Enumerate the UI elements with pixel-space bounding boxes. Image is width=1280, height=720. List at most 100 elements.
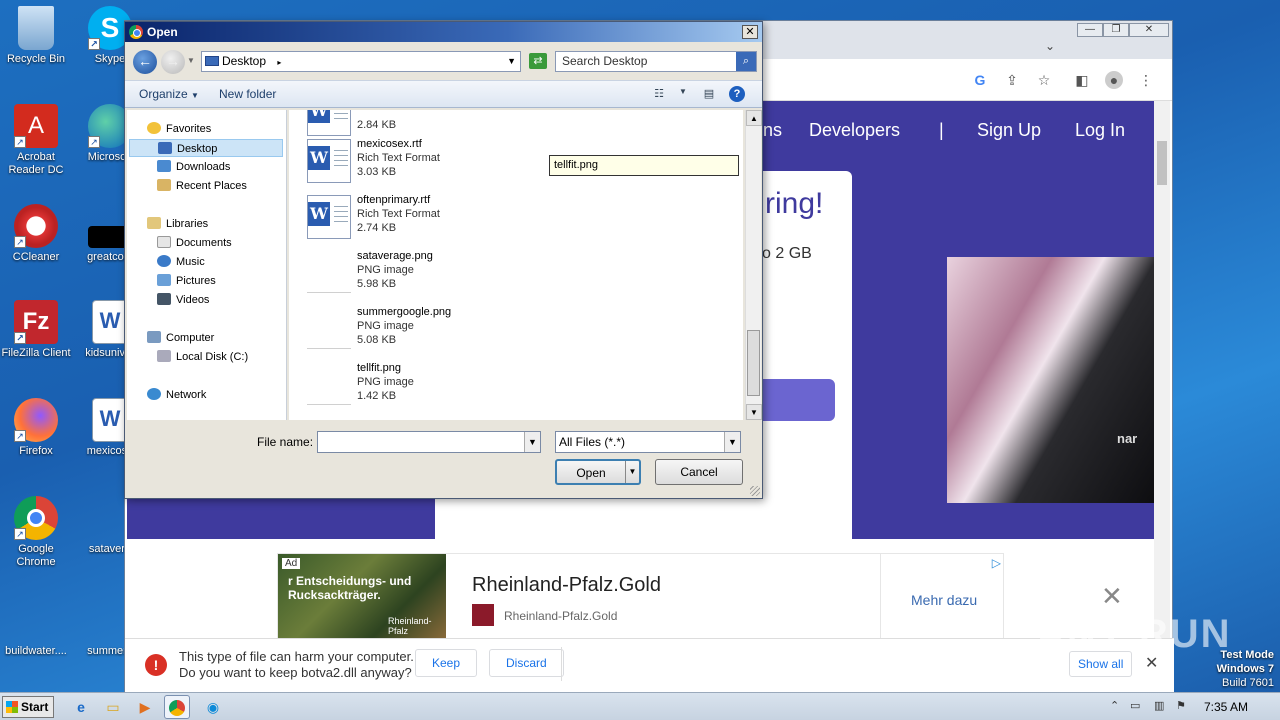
nav-link-sign-up[interactable]: Sign Up — [977, 120, 1041, 141]
forward-button[interactable]: → — [161, 50, 185, 74]
clock[interactable]: 7:35 AM — [1204, 700, 1248, 714]
scroll-up-icon[interactable]: ▲ — [746, 110, 762, 126]
flag-tray-icon[interactable]: ⚑ — [1176, 699, 1186, 712]
ad-banner[interactable]: Ad r Entscheidungs- und Rucksackträger. … — [277, 553, 1005, 640]
resize-grip-icon[interactable] — [750, 486, 760, 496]
file-item[interactable]: tellfit.png PNG image 1.42 KB — [307, 361, 607, 411]
file-item[interactable]: 2.84 KB — [307, 110, 607, 140]
edge-taskbar-icon[interactable]: ◉ — [200, 695, 226, 719]
keep-button[interactable]: Keep — [415, 649, 478, 677]
ad-close-icon[interactable]: ✕ — [1101, 581, 1123, 612]
nav-link-partial[interactable]: ns — [763, 120, 782, 141]
nav-downloads[interactable]: Downloads — [157, 158, 230, 176]
nav-link-log-in[interactable]: Log In — [1075, 120, 1125, 141]
start-button[interactable]: Start — [2, 696, 54, 718]
file-name-input[interactable]: ▼ — [317, 431, 541, 453]
file-item[interactable]: summergoogle.png PNG image 5.08 KB — [307, 305, 607, 355]
back-button[interactable]: ← — [133, 50, 157, 74]
nav-link-developers[interactable]: Developers — [809, 120, 900, 141]
network-icon — [147, 388, 161, 400]
nav-libraries[interactable]: Libraries — [147, 215, 208, 233]
explorer-folder-icon[interactable]: ▭ — [100, 695, 126, 719]
file-type-select[interactable]: All Files (*.*) ▼ — [555, 431, 741, 453]
hero-photo — [947, 257, 1156, 503]
preview-pane-icon[interactable]: ▤ — [701, 87, 717, 101]
help-icon[interactable]: ? — [729, 86, 745, 102]
ad-cta-area[interactable]: Mehr dazu ▷ — [880, 554, 1005, 640]
share-icon[interactable]: ⇪ — [1003, 71, 1021, 89]
desktop-icon-filezilla[interactable]: Fz ↗ FileZilla Client — [0, 300, 72, 360]
desktop-icon-ccleaner[interactable]: ↗ CCleaner — [0, 204, 72, 264]
recent-pages-chevron-icon[interactable]: ▼ — [187, 56, 195, 65]
file-name: sataverage.png — [357, 250, 433, 262]
open-button[interactable]: Open ▼ — [555, 459, 641, 485]
anyrun-watermark: ANY RUN — [1036, 612, 1232, 656]
show-hidden-icons-icon[interactable]: ⌃ — [1110, 699, 1119, 712]
desktop-icon-buildwater[interactable]: buildwater.... — [0, 598, 72, 658]
nav-computer-label: Computer — [166, 332, 215, 344]
ad-image[interactable]: Ad r Entscheidungs- und Rucksackträger. … — [278, 554, 446, 640]
scrollbar-thumb[interactable] — [747, 330, 760, 396]
internet-explorer-icon[interactable]: e — [68, 695, 94, 719]
close-button[interactable]: ✕ — [1129, 23, 1169, 37]
dialog-titlebar[interactable]: Open ✕ — [125, 22, 762, 42]
file-list-scrollbar[interactable]: ▲ ▼ — [745, 110, 762, 420]
ad-choices-icon[interactable]: ▷ — [992, 556, 1001, 570]
desktop-icon-chrome[interactable]: ↗ Google Chrome — [0, 496, 72, 569]
address-dropdown-icon[interactable]: ▼ — [507, 52, 516, 71]
organize-button[interactable]: Organize ▼ — [139, 87, 199, 101]
rename-input[interactable]: tellfit.png — [549, 155, 739, 176]
open-label: Open — [576, 466, 606, 480]
nav-network[interactable]: Network — [147, 386, 206, 404]
address-text: Desktop — [222, 54, 267, 68]
bookmark-star-icon[interactable]: ☆ — [1035, 71, 1053, 89]
file-item[interactable]: sataverage.png PNG image 5.98 KB — [307, 249, 607, 299]
google-icon[interactable]: G — [971, 71, 989, 89]
file-name-dropdown-icon[interactable]: ▼ — [524, 432, 540, 452]
nav-documents[interactable]: Documents — [157, 234, 232, 252]
file-item[interactable]: oftenprimary.rtf Rich Text Format 2.74 K… — [307, 193, 607, 243]
profile-icon[interactable]: ● — [1105, 71, 1123, 89]
nav-local-disk[interactable]: Local Disk (C:) — [157, 348, 248, 366]
new-folder-button[interactable]: New folder — [219, 87, 276, 101]
scroll-down-icon[interactable]: ▼ — [746, 404, 762, 420]
cancel-button[interactable]: Cancel — [655, 459, 743, 485]
search-icon[interactable]: ⌕ — [736, 52, 756, 71]
os-watermark-line1: Test Mode — [1220, 649, 1274, 661]
dialog-close-button[interactable]: ✕ — [742, 25, 758, 39]
tab-list-chevron-icon[interactable]: ⌄ — [1045, 39, 1055, 53]
desktop-icon-firefox[interactable]: ↗ Firefox — [0, 398, 72, 458]
nav-desktop[interactable]: Desktop — [129, 139, 283, 157]
action-center-icon[interactable]: ▭ — [1130, 699, 1140, 712]
ad-title[interactable]: Rheinland-Pfalz.Gold — [472, 574, 661, 597]
media-player-icon[interactable]: ▶ — [132, 695, 158, 719]
nav-music[interactable]: Music — [157, 253, 205, 271]
address-chevron-icon[interactable]: ▸ — [277, 58, 281, 67]
scrollbar-thumb[interactable] — [1157, 141, 1167, 185]
network-tray-icon[interactable]: ▥ — [1154, 699, 1164, 712]
address-bar[interactable]: Desktop ▸ ▼ — [201, 51, 521, 72]
side-panel-icon[interactable]: ◧ — [1073, 71, 1091, 89]
restore-button[interactable]: ❐ — [1103, 23, 1129, 37]
nav-libraries-label: Libraries — [166, 218, 209, 230]
page-scrollbar[interactable] — [1154, 101, 1170, 641]
ad-more-link[interactable]: Mehr dazu — [911, 592, 977, 608]
desktop-icon — [158, 142, 172, 154]
menu-kebab-icon[interactable]: ⋮ — [1137, 71, 1155, 89]
minimize-button[interactable]: — — [1077, 23, 1103, 37]
file-type-dropdown-icon[interactable]: ▼ — [724, 432, 740, 452]
nav-pictures[interactable]: Pictures — [157, 272, 216, 290]
nav-favorites[interactable]: Favorites — [147, 120, 211, 138]
desktop-icon-acrobat[interactable]: A ↗ Acrobat Reader DC — [0, 104, 72, 177]
refresh-icon[interactable]: ⇄ — [529, 53, 547, 69]
view-options-chevron-icon[interactable]: ▼ — [675, 87, 691, 101]
change-view-icon[interactable]: ☷ — [651, 87, 667, 101]
chrome-taskbar-icon[interactable] — [164, 695, 190, 719]
discard-button[interactable]: Discard — [489, 649, 564, 677]
desktop-icon-recycle-bin[interactable]: Recycle Bin — [0, 6, 72, 66]
nav-videos[interactable]: Videos — [157, 291, 209, 309]
search-input[interactable]: Search Desktop ⌕ — [555, 51, 757, 72]
nav-computer[interactable]: Computer — [147, 329, 214, 347]
nav-recent-places[interactable]: Recent Places — [157, 177, 247, 195]
open-options-chevron-icon[interactable]: ▼ — [625, 461, 639, 483]
